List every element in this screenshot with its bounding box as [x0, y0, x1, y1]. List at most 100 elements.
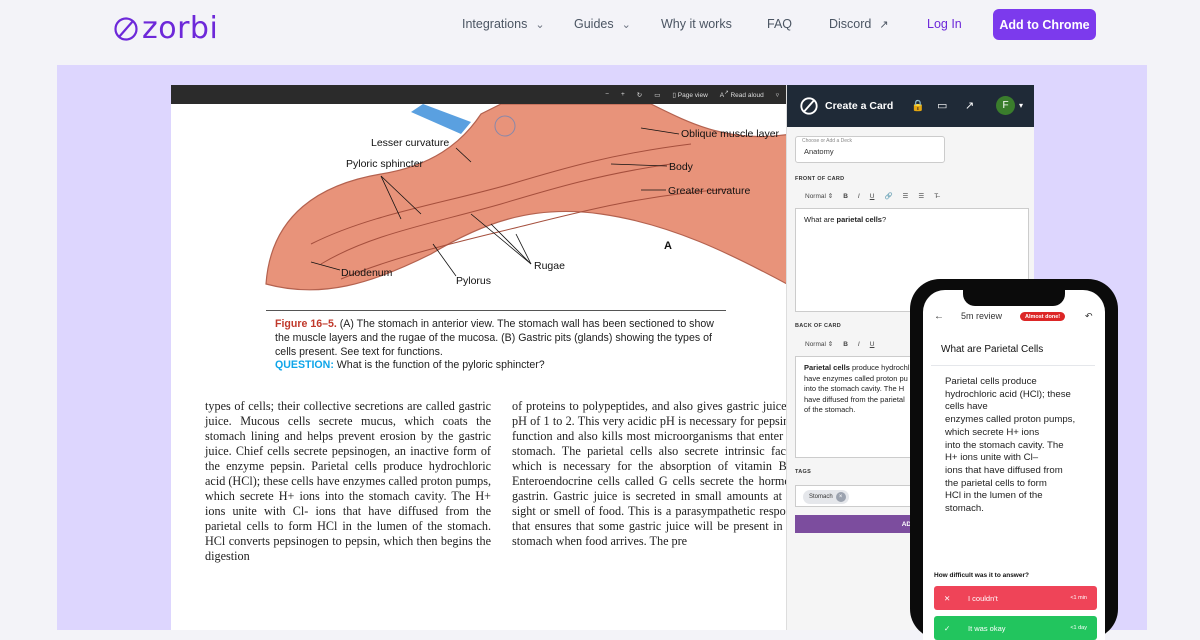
figure-caption: Figure 16–5. (A) The stomach in anterior… — [275, 318, 727, 373]
format-select-label: Normal — [805, 193, 826, 200]
back-line: have enzymes called proton pu — [804, 373, 908, 383]
okay-time: <1 day — [1070, 625, 1087, 631]
figure-divider — [266, 310, 726, 311]
label-rugae: Rugae — [534, 260, 565, 272]
nav-discord[interactable]: Discord ↗ — [829, 17, 889, 31]
deck-value: Anatomy — [804, 147, 834, 156]
nav-faq[interactable]: FAQ — [767, 17, 792, 31]
nav-discord-label: Discord — [829, 17, 872, 31]
nav-integrations[interactable]: Integrations ⌄ — [462, 17, 545, 31]
close-icon: ✕ — [944, 593, 951, 603]
front-text: What are — [804, 215, 837, 224]
login-link[interactable]: Log In — [927, 17, 962, 31]
page-view-label: Page view — [677, 91, 708, 99]
clear-format-icon[interactable]: T̶ — [934, 193, 938, 200]
rotate-icon[interactable]: ↻ — [637, 91, 642, 99]
okay-button[interactable]: ✓ It was okay <1 day — [934, 616, 1097, 640]
nav-why-label: Why it works — [661, 17, 732, 31]
label-greater-curvature: Greater curvature — [668, 185, 750, 197]
deck-label: Choose or Add a Deck — [802, 138, 853, 144]
nav-faq-label: FAQ — [767, 17, 793, 31]
italic-button[interactable]: I — [858, 341, 860, 348]
fit-icon[interactable]: ▭ — [654, 91, 660, 99]
phone-notch — [963, 290, 1065, 306]
answer-line: ions that have diffused from — [945, 464, 1063, 476]
undo-icon[interactable]: ↶ — [1085, 311, 1093, 322]
front-suffix: ? — [881, 215, 887, 224]
okay-label: It was okay — [968, 623, 1006, 633]
review-bar: ← 5m review Almost done! ↶ — [923, 310, 1105, 326]
deck-select[interactable]: Choose or Add a Deck Anatomy — [795, 136, 945, 163]
review-label: 5m review — [961, 311, 1003, 321]
zoom-out-button[interactable]: − — [605, 91, 609, 98]
back-line: into the stomach cavity. The H — [804, 384, 905, 393]
lock-icon[interactable]: 🔒 — [911, 99, 925, 112]
stomach-illustration: Lesser curvature Pyloric sphincter Obliq… — [265, 104, 787, 291]
esophagus-shape — [411, 104, 471, 134]
difficulty-prompt: How difficult was it to answer? — [934, 572, 1029, 579]
body-text-column-2: of proteins to polypeptides, and also gi… — [512, 399, 787, 548]
bullet-list-icon[interactable]: ☰ — [918, 192, 924, 200]
label-body: Body — [669, 161, 694, 173]
label-duodenum: Duodenum — [341, 267, 393, 279]
login-label: Log In — [927, 17, 962, 31]
answer-line: into the stomach cavity. The — [945, 439, 1064, 451]
underline-button[interactable]: U — [870, 341, 875, 348]
link-icon[interactable]: 🔗 — [884, 192, 892, 200]
back-arrow-icon[interactable]: ← — [934, 311, 944, 322]
format-select-label: Normal — [805, 341, 826, 348]
pdf-viewer: − + ↻ ▭ ▯ Page view A↗ Read aloud ▿ Less… — [171, 85, 787, 630]
draw-icon[interactable]: ▿ — [776, 91, 779, 99]
answer-text: Parietal cells produce hydrochloric acid… — [945, 376, 1095, 516]
zorbi-logo-icon — [114, 16, 138, 41]
zoom-in-button[interactable]: + — [621, 91, 625, 98]
back-bold-text: Parietal cells — [804, 363, 850, 372]
pdf-toolbar: − + ↻ ▭ ▯ Page view A↗ Read aloud ▿ — [171, 85, 787, 104]
zorbi-logo-icon — [800, 97, 818, 115]
answer-line: H+ ions unite with Cl– — [945, 452, 1039, 464]
body-text-column-1: types of cells; their collective secreti… — [205, 399, 491, 563]
couldnt-button[interactable]: ✕ I couldn't <1 min — [934, 586, 1097, 610]
bold-button[interactable]: B — [843, 193, 848, 200]
top-navbar: zorbi Integrations ⌄ Guides ⌄ Why it wor… — [0, 0, 1200, 50]
tag-chip[interactable]: Stomach × — [803, 490, 849, 504]
panel-header: Create a Card 🔒 ▭ ↗ F ▾ — [787, 85, 1034, 127]
ordered-list-icon[interactable]: ☰ — [903, 192, 909, 200]
front-bold-text: parietal cells — [836, 215, 882, 224]
read-aloud-button[interactable]: A↗ Read aloud — [720, 90, 764, 99]
answer-line: stomach. — [945, 503, 984, 515]
label-lesser-curvature: Lesser curvature — [371, 137, 449, 149]
label-pylorus: Pylorus — [456, 275, 491, 287]
nav-guides[interactable]: Guides ⌄ — [574, 17, 631, 31]
folder-icon[interactable]: ▭ — [937, 99, 947, 112]
nav-why-it-works[interactable]: Why it works — [661, 17, 732, 31]
italic-button[interactable]: I — [858, 193, 860, 200]
answer-line: hydrochloric acid (HCl); these — [945, 388, 1071, 400]
question-title: What are Parietal Cells — [941, 344, 1044, 355]
back-line: produce hydrochl — [849, 363, 910, 372]
close-icon[interactable]: × — [835, 492, 846, 502]
format-select[interactable]: Normal ⇕ — [805, 340, 833, 348]
back-line: have diffused from the parietal — [804, 394, 905, 404]
couldnt-time: <1 min — [1070, 595, 1087, 601]
underline-button[interactable]: U — [870, 193, 875, 200]
figure-number: Figure 16–5. — [275, 318, 337, 330]
zorbi-logo[interactable]: zorbi — [113, 11, 218, 46]
chevron-down-icon: ⌄ — [535, 18, 545, 31]
nav-integrations-label: Integrations — [462, 17, 528, 31]
page-view-button[interactable]: ▯ Page view — [672, 91, 707, 99]
avatar[interactable]: F — [996, 96, 1015, 115]
answer-line: the parietal cells to form — [945, 477, 1047, 489]
question-label: QUESTION: — [275, 359, 334, 372]
question-text: What is the function of the pyloric sphi… — [333, 359, 545, 372]
open-external-icon[interactable]: ↗ — [965, 99, 974, 112]
bold-button[interactable]: B — [843, 341, 848, 348]
label-pyloric-sphincter: Pyloric sphincter — [346, 158, 424, 170]
chevron-down-icon[interactable]: ▾ — [1019, 101, 1023, 110]
tag-label: Stomach — [809, 494, 833, 500]
nav-guides-label: Guides — [574, 17, 614, 31]
front-label: FRONT OF CARD — [795, 176, 845, 182]
add-to-chrome-button[interactable]: Add to Chrome — [993, 9, 1096, 40]
format-select[interactable]: Normal ⇕ — [805, 192, 833, 200]
answer-line: which secrete H+ ions — [945, 426, 1040, 438]
